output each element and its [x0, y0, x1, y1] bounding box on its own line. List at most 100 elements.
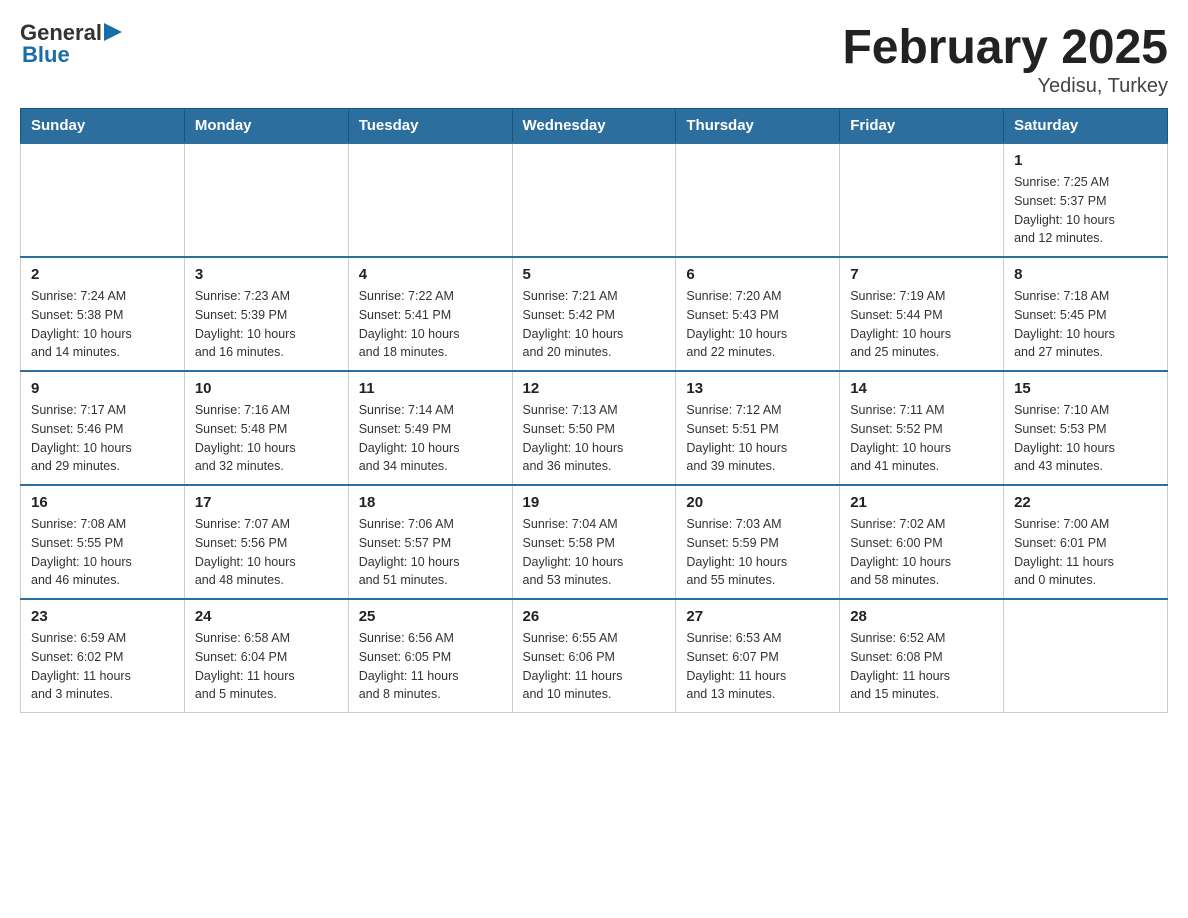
day-of-week-header: Monday — [184, 109, 348, 144]
calendar-cell: 20 Sunrise: 7:03 AM Sunset: 5:59 PM Dayli… — [676, 485, 840, 599]
day-info: Sunrise: 7:14 AM Sunset: 5:49 PM Dayligh… — [359, 401, 502, 476]
calendar-cell: 13Sunrise: 7:12 AM Sunset: 5:51 PM Dayli… — [676, 371, 840, 485]
day-info: Sunrise: 7:07 AM Sunset: 5:56 PM Dayligh… — [195, 515, 338, 590]
calendar-body: 1 Sunrise: 7:25 AM Sunset: 5:37 PM Daylig… — [21, 143, 1168, 713]
day-of-week-header: Wednesday — [512, 109, 676, 144]
day-number: 14 — [850, 380, 993, 397]
day-info: Sunrise: 7:11 AM Sunset: 5:52 PM Dayligh… — [850, 401, 993, 476]
calendar-cell: 22 Sunrise: 7:00 AM Sunset: 6:01 PM Dayli… — [1004, 485, 1168, 599]
day-of-week-header: Saturday — [1004, 109, 1168, 144]
day-info: Sunrise: 6:52 AM Sunset: 6:08 PM Dayligh… — [850, 629, 993, 704]
calendar-cell — [676, 143, 840, 257]
day-number: 22 — [1014, 494, 1157, 511]
calendar-cell: 26Sunrise: 6:55 AM Sunset: 6:06 PM Dayli… — [512, 599, 676, 713]
calendar-cell — [21, 143, 185, 257]
calendar-cell — [840, 143, 1004, 257]
calendar-cell — [1004, 599, 1168, 713]
calendar-cell: 25 Sunrise: 6:56 AM Sunset: 6:05 PM Dayli… — [348, 599, 512, 713]
calendar-table: SundayMondayTuesdayWednesdayThursdayFrid… — [20, 108, 1168, 713]
day-number: 23 — [31, 608, 174, 625]
calendar-header: SundayMondayTuesdayWednesdayThursdayFrid… — [21, 109, 1168, 144]
day-info: Sunrise: 7:16 AM Sunset: 5:48 PM Dayligh… — [195, 401, 338, 476]
calendar-cell: 3 Sunrise: 7:23 AM Sunset: 5:39 PM Daylig… — [184, 257, 348, 371]
calendar-cell: 23 Sunrise: 6:59 AM Sunset: 6:02 PM Dayli… — [21, 599, 185, 713]
calendar-cell: 4Sunrise: 7:22 AM Sunset: 5:41 PM Daylig… — [348, 257, 512, 371]
calendar-cell: 17 Sunrise: 7:07 AM Sunset: 5:56 PM Dayli… — [184, 485, 348, 599]
day-info: Sunrise: 7:18 AM Sunset: 5:45 PM Dayligh… — [1014, 287, 1157, 362]
day-number: 13 — [686, 380, 829, 397]
day-info: Sunrise: 7:00 AM Sunset: 6:01 PM Dayligh… — [1014, 515, 1157, 590]
day-number: 18 — [359, 494, 502, 511]
calendar-cell: 1 Sunrise: 7:25 AM Sunset: 5:37 PM Daylig… — [1004, 143, 1168, 257]
day-info: Sunrise: 7:03 AM Sunset: 5:59 PM Dayligh… — [686, 515, 829, 590]
day-number: 17 — [195, 494, 338, 511]
calendar-cell: 19 Sunrise: 7:04 AM Sunset: 5:58 PM Dayli… — [512, 485, 676, 599]
day-number: 8 — [1014, 266, 1157, 283]
day-of-week-header: Tuesday — [348, 109, 512, 144]
day-info: Sunrise: 7:02 AM Sunset: 6:00 PM Dayligh… — [850, 515, 993, 590]
day-info: Sunrise: 6:56 AM Sunset: 6:05 PM Dayligh… — [359, 629, 502, 704]
logo-arrow-icon — [104, 23, 122, 41]
day-info: Sunrise: 6:53 AM Sunset: 6:07 PM Dayligh… — [686, 629, 829, 704]
calendar-cell: 24 Sunrise: 6:58 AM Sunset: 6:04 PM Dayli… — [184, 599, 348, 713]
logo-blue-text: Blue — [22, 42, 70, 68]
day-number: 16 — [31, 494, 174, 511]
day-number: 25 — [359, 608, 502, 625]
day-of-week-header: Thursday — [676, 109, 840, 144]
day-number: 6 — [686, 266, 829, 283]
title-block: February 2025 Yedisu, Turkey — [842, 20, 1168, 98]
calendar-cell: 2Sunrise: 7:24 AM Sunset: 5:38 PM Daylig… — [21, 257, 185, 371]
day-info: Sunrise: 7:22 AM Sunset: 5:41 PM Dayligh… — [359, 287, 502, 362]
day-number: 21 — [850, 494, 993, 511]
day-number: 11 — [359, 380, 502, 397]
calendar-cell: 6Sunrise: 7:20 AM Sunset: 5:43 PM Daylig… — [676, 257, 840, 371]
day-number: 12 — [523, 380, 666, 397]
day-number: 20 — [686, 494, 829, 511]
day-number: 27 — [686, 608, 829, 625]
day-info: Sunrise: 6:59 AM Sunset: 6:02 PM Dayligh… — [31, 629, 174, 704]
calendar-cell: 16 Sunrise: 7:08 AM Sunset: 5:55 PM Dayli… — [21, 485, 185, 599]
calendar-cell — [512, 143, 676, 257]
calendar-cell: 5 Sunrise: 7:21 AM Sunset: 5:42 PM Daylig… — [512, 257, 676, 371]
day-number: 2 — [31, 266, 174, 283]
day-info: Sunrise: 7:21 AM Sunset: 5:42 PM Dayligh… — [523, 287, 666, 362]
calendar-cell: 14 Sunrise: 7:11 AM Sunset: 5:52 PM Dayli… — [840, 371, 1004, 485]
day-info: Sunrise: 7:10 AM Sunset: 5:53 PM Dayligh… — [1014, 401, 1157, 476]
calendar-cell: 10 Sunrise: 7:16 AM Sunset: 5:48 PM Dayli… — [184, 371, 348, 485]
calendar-week-row: 16 Sunrise: 7:08 AM Sunset: 5:55 PM Dayli… — [21, 485, 1168, 599]
day-number: 28 — [850, 608, 993, 625]
day-info: Sunrise: 7:19 AM Sunset: 5:44 PM Dayligh… — [850, 287, 993, 362]
calendar-cell: 27 Sunrise: 6:53 AM Sunset: 6:07 PM Dayli… — [676, 599, 840, 713]
calendar-cell: 21 Sunrise: 7:02 AM Sunset: 6:00 PM Dayli… — [840, 485, 1004, 599]
calendar-week-row: 23 Sunrise: 6:59 AM Sunset: 6:02 PM Dayli… — [21, 599, 1168, 713]
day-info: Sunrise: 7:17 AM Sunset: 5:46 PM Dayligh… — [31, 401, 174, 476]
day-info: Sunrise: 7:23 AM Sunset: 5:39 PM Dayligh… — [195, 287, 338, 362]
day-info: Sunrise: 7:13 AM Sunset: 5:50 PM Dayligh… — [523, 401, 666, 476]
calendar-cell: 15 Sunrise: 7:10 AM Sunset: 5:53 PM Dayli… — [1004, 371, 1168, 485]
day-number: 15 — [1014, 380, 1157, 397]
page-header: General Blue February 2025 Yedisu, Turke… — [20, 20, 1168, 98]
day-info: Sunrise: 6:58 AM Sunset: 6:04 PM Dayligh… — [195, 629, 338, 704]
calendar-cell: 9Sunrise: 7:17 AM Sunset: 5:46 PM Daylig… — [21, 371, 185, 485]
day-info: Sunrise: 6:55 AM Sunset: 6:06 PM Dayligh… — [523, 629, 666, 704]
calendar-week-row: 9Sunrise: 7:17 AM Sunset: 5:46 PM Daylig… — [21, 371, 1168, 485]
calendar-cell: 12 Sunrise: 7:13 AM Sunset: 5:50 PM Dayli… — [512, 371, 676, 485]
day-number: 5 — [523, 266, 666, 283]
days-of-week-row: SundayMondayTuesdayWednesdayThursdayFrid… — [21, 109, 1168, 144]
calendar-cell: 8 Sunrise: 7:18 AM Sunset: 5:45 PM Daylig… — [1004, 257, 1168, 371]
calendar-cell — [348, 143, 512, 257]
day-number: 24 — [195, 608, 338, 625]
calendar-subtitle: Yedisu, Turkey — [842, 75, 1168, 98]
calendar-week-row: 1 Sunrise: 7:25 AM Sunset: 5:37 PM Daylig… — [21, 143, 1168, 257]
day-number: 3 — [195, 266, 338, 283]
day-info: Sunrise: 7:04 AM Sunset: 5:58 PM Dayligh… — [523, 515, 666, 590]
day-info: Sunrise: 7:25 AM Sunset: 5:37 PM Dayligh… — [1014, 173, 1157, 248]
day-number: 19 — [523, 494, 666, 511]
calendar-cell: 7Sunrise: 7:19 AM Sunset: 5:44 PM Daylig… — [840, 257, 1004, 371]
day-info: Sunrise: 7:08 AM Sunset: 5:55 PM Dayligh… — [31, 515, 174, 590]
day-number: 10 — [195, 380, 338, 397]
day-info: Sunrise: 7:06 AM Sunset: 5:57 PM Dayligh… — [359, 515, 502, 590]
day-number: 1 — [1014, 152, 1157, 169]
calendar-cell: 28 Sunrise: 6:52 AM Sunset: 6:08 PM Dayli… — [840, 599, 1004, 713]
day-of-week-header: Sunday — [21, 109, 185, 144]
